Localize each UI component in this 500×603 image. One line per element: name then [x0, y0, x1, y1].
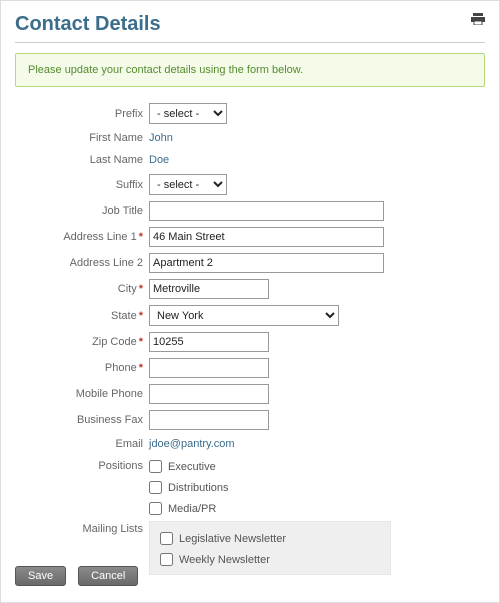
address1-input[interactable] — [149, 227, 384, 247]
page-container: Contact Details Please update your conta… — [0, 0, 500, 603]
label-mailing: Mailing Lists — [15, 521, 143, 535]
mobile-input[interactable] — [149, 384, 269, 404]
city-input[interactable] — [149, 279, 269, 299]
fax-input[interactable] — [149, 410, 269, 430]
save-button[interactable]: Save — [15, 566, 66, 586]
prefix-select[interactable]: - select - — [149, 103, 227, 124]
button-bar: Save Cancel — [15, 566, 138, 586]
position-checkbox[interactable] — [149, 460, 162, 473]
last-name-value: Doe — [149, 152, 485, 168]
suffix-select[interactable]: - select - — [149, 174, 227, 195]
mailing-checkbox[interactable] — [160, 532, 173, 545]
state-select[interactable]: New York — [149, 305, 339, 326]
print-icon[interactable] — [471, 13, 485, 25]
label-first-name: First Name — [15, 132, 143, 144]
mailing-option[interactable]: Weekly Newsletter — [160, 553, 380, 566]
mailing-option[interactable]: Legislative Newsletter — [160, 532, 380, 545]
label-last-name: Last Name — [15, 154, 143, 166]
label-zip: Zip Code* — [15, 336, 143, 348]
positions-group: Executive Distributions Media/PR — [149, 458, 485, 515]
label-state: State* — [15, 310, 143, 322]
position-checkbox[interactable] — [149, 481, 162, 494]
position-checkbox[interactable] — [149, 502, 162, 515]
position-option[interactable]: Media/PR — [149, 502, 485, 515]
page-title: Contact Details — [15, 13, 485, 43]
label-address1: Address Line 1* — [15, 231, 143, 243]
zip-input[interactable] — [149, 332, 269, 352]
label-job-title: Job Title — [15, 205, 143, 217]
label-fax: Business Fax — [15, 414, 143, 426]
label-mobile: Mobile Phone — [15, 388, 143, 400]
contact-form: Prefix - select - First Name John Last N… — [15, 103, 485, 575]
label-suffix: Suffix — [15, 179, 143, 191]
label-address2: Address Line 2 — [15, 257, 143, 269]
label-email: Email — [15, 438, 143, 450]
mailing-checkbox[interactable] — [160, 553, 173, 566]
notice-banner: Please update your contact details using… — [15, 53, 485, 87]
phone-input[interactable] — [149, 358, 269, 378]
position-option[interactable]: Executive — [149, 460, 485, 473]
cancel-button[interactable]: Cancel — [78, 566, 138, 586]
job-title-input[interactable] — [149, 201, 384, 221]
mailing-lists-group: Legislative Newsletter Weekly Newsletter — [149, 521, 391, 575]
address2-input[interactable] — [149, 253, 384, 273]
label-city: City* — [15, 283, 143, 295]
label-prefix: Prefix — [15, 108, 143, 120]
first-name-value: John — [149, 130, 485, 146]
label-positions: Positions — [15, 458, 143, 472]
position-option[interactable]: Distributions — [149, 481, 485, 494]
email-value: jdoe@pantry.com — [149, 436, 485, 452]
label-phone: Phone* — [15, 362, 143, 374]
